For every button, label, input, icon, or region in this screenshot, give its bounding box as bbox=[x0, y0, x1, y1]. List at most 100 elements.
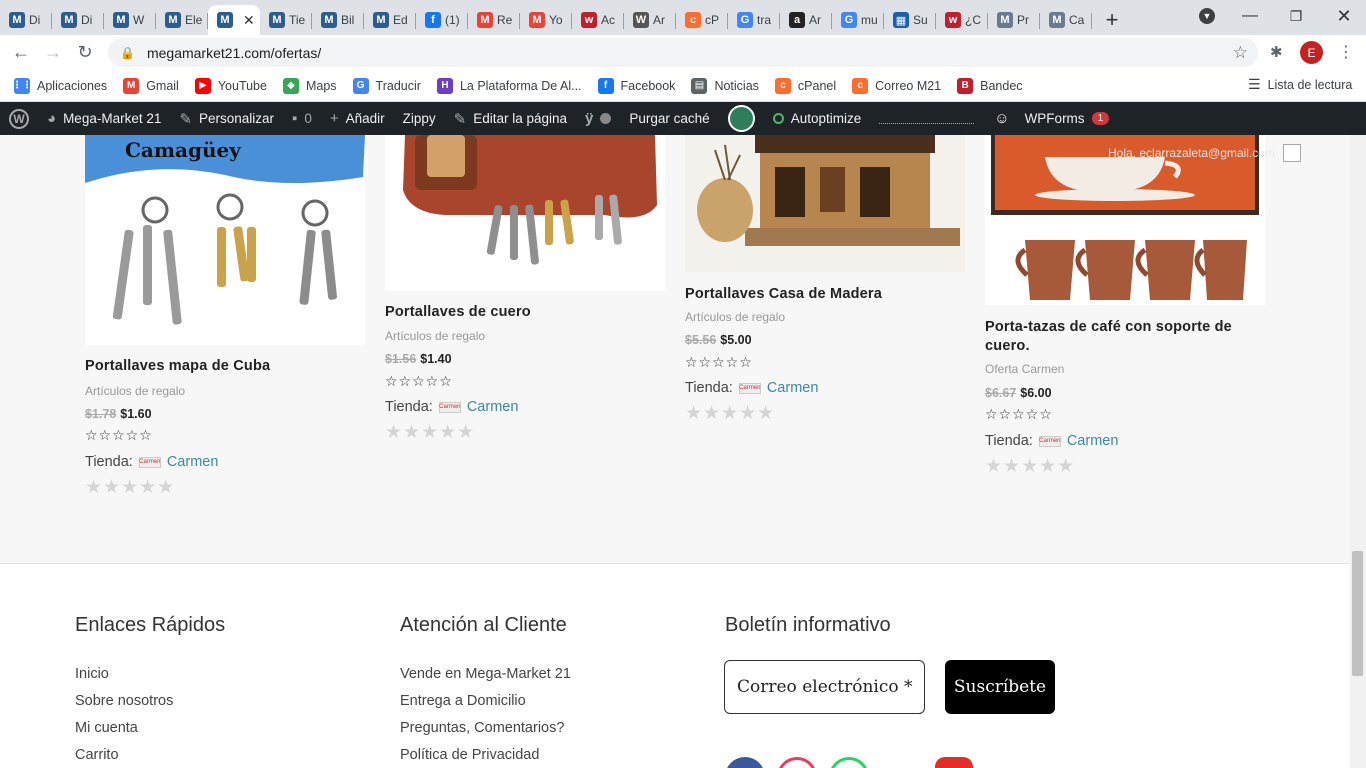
bookmark-item[interactable]: ⋮⋮ Aplicaciones bbox=[0, 77, 115, 94]
wp-logo-button[interactable]: W bbox=[0, 102, 38, 135]
bookmark-item[interactable]: H La Plataforma De Al... bbox=[429, 77, 590, 94]
product-title[interactable]: Portallaves mapa de Cuba bbox=[85, 357, 365, 376]
browser-tab[interactable]: c cP bbox=[676, 5, 728, 35]
product-image-keychain-cuba[interactable]: Camagüey bbox=[85, 135, 365, 345]
product-title[interactable]: Porta-tazas de café con soporte de cuero… bbox=[985, 318, 1255, 356]
tab-favicon-icon: w bbox=[581, 12, 597, 28]
browser-tab[interactable]: a Ar bbox=[780, 5, 832, 35]
yoast-menu[interactable]: ÿ bbox=[576, 102, 620, 135]
minimize-button[interactable]: — bbox=[1230, 0, 1270, 32]
product-category[interactable]: Oferta Carmen bbox=[985, 362, 1064, 376]
zippy-menu[interactable]: Zippy bbox=[394, 102, 445, 135]
close-tab-icon[interactable]: ✕ bbox=[243, 12, 255, 29]
product-image-leather-keyholder[interactable] bbox=[385, 135, 665, 291]
bookmark-label: cPanel bbox=[797, 78, 837, 93]
browser-tab[interactable]: Gtra bbox=[728, 5, 780, 35]
footer-link-faq[interactable]: Preguntas, Comentarios? bbox=[400, 720, 564, 736]
browser-tab[interactable]: W Ar bbox=[624, 5, 676, 35]
tab-favicon-icon: M bbox=[113, 12, 129, 28]
footer-link-account[interactable]: Mi cuenta bbox=[75, 720, 138, 736]
product-title[interactable]: Portallaves Casa de Madera bbox=[685, 285, 965, 304]
address-bar[interactable]: 🔒 megamarket21.com/ofertas/ ☆ bbox=[108, 38, 1258, 67]
product-title[interactable]: Portallaves de cuero bbox=[385, 303, 665, 322]
product-category[interactable]: Artículos de regalo bbox=[385, 329, 485, 343]
bookmark-item[interactable]: c Correo M21 bbox=[844, 77, 949, 94]
forward-button[interactable]: → bbox=[37, 37, 69, 69]
footer-link-about[interactable]: Sobre nosotros bbox=[75, 693, 173, 709]
autoptimize-menu[interactable]: Autoptimize bbox=[764, 102, 871, 135]
footer-link-sell[interactable]: Vende en Mega-Market 21 bbox=[400, 666, 571, 682]
purge-cache-menu[interactable]: Purgar caché bbox=[620, 102, 718, 135]
tab-title: Ca bbox=[1069, 13, 1085, 27]
bookmark-item[interactable]: ▶ YouTube bbox=[187, 77, 275, 94]
instagram-social-icon[interactable] bbox=[777, 757, 817, 768]
bookmark-item[interactable]: G Traducir bbox=[345, 77, 429, 94]
browser-tab[interactable]: M Di bbox=[52, 5, 104, 35]
browser-tab[interactable]: M Ca bbox=[1040, 5, 1092, 35]
facebook-social-icon[interactable] bbox=[725, 757, 765, 768]
product-category[interactable]: Artículos de regalo bbox=[685, 310, 785, 324]
youtube-social-icon[interactable] bbox=[935, 757, 973, 768]
browser-tab[interactable]: w Ac bbox=[572, 5, 624, 35]
browser-tab[interactable]: M ✕ bbox=[208, 5, 260, 35]
newsletter-email-input[interactable]: Correo electrónico * bbox=[724, 660, 925, 714]
profile-avatar[interactable]: E bbox=[1300, 41, 1323, 64]
sale-price: $1.40 bbox=[420, 352, 452, 366]
tab-search-button[interactable]: ▼ bbox=[1192, 0, 1222, 32]
bookmark-item[interactable]: B Bandec bbox=[949, 77, 1030, 94]
menu-icon[interactable]: ⋮ bbox=[1338, 42, 1354, 62]
browser-tab[interactable]: ▦ Su bbox=[884, 5, 936, 35]
restore-button[interactable]: ❐ bbox=[1276, 0, 1316, 32]
edit-page-menu[interactable]: ✎ Editar la página bbox=[445, 102, 576, 135]
product-category[interactable]: Artículos de regalo bbox=[85, 384, 185, 398]
reload-button[interactable]: ↻ bbox=[69, 37, 101, 69]
browser-tab[interactable]: M Tie bbox=[260, 5, 312, 35]
subscribe-button[interactable]: Suscríbete bbox=[945, 660, 1055, 714]
store-link[interactable]: Carmen bbox=[1067, 433, 1119, 449]
twitter-social-icon[interactable] bbox=[884, 757, 918, 768]
new-tab-button[interactable]: + bbox=[1092, 5, 1132, 35]
store-label: Tienda: bbox=[685, 380, 733, 396]
footer-link-inicio[interactable]: Inicio bbox=[75, 666, 109, 682]
admin-greeting[interactable]: Hola, eclarrazaleta@gmail.com bbox=[1108, 144, 1301, 162]
browser-tab[interactable]: M Re bbox=[468, 5, 520, 35]
bookmark-item[interactable]: f Facebook bbox=[590, 77, 684, 94]
bookmark-item[interactable]: c cPanel bbox=[767, 77, 844, 94]
add-new-menu[interactable]: + Añadir bbox=[321, 102, 394, 135]
browser-tab[interactable]: Gmu bbox=[832, 5, 884, 35]
product-image-wooden-house[interactable] bbox=[685, 135, 965, 272]
bookmarks-bar: ⋮⋮ Aplicaciones M Gmail ▶ YouTube ◆ Maps G Traduc… bbox=[0, 70, 1366, 102]
browser-tab[interactable]: M Ele bbox=[156, 5, 208, 35]
footer-link-cart[interactable]: Carrito bbox=[75, 747, 119, 763]
plugin-badge[interactable] bbox=[719, 102, 764, 135]
whatsapp-social-icon[interactable] bbox=[829, 757, 869, 768]
reading-list[interactable]: ☰ Lista de lectura bbox=[1248, 76, 1352, 93]
browser-tab[interactable]: MW bbox=[104, 5, 156, 35]
bookmark-item[interactable]: M Gmail bbox=[115, 77, 187, 94]
store-link[interactable]: Carmen bbox=[167, 454, 219, 470]
footer-link-delivery[interactable]: Entrega a Domicilio bbox=[400, 693, 526, 709]
browser-tab[interactable]: M Pr bbox=[988, 5, 1040, 35]
sale-price: $1.60 bbox=[120, 407, 152, 421]
browser-tab[interactable]: M Di bbox=[0, 5, 52, 35]
bookmark-star-icon[interactable]: ☆ bbox=[1233, 43, 1248, 63]
close-window-button[interactable]: ✕ bbox=[1322, 0, 1366, 32]
comments-menu[interactable]: ▪ 0 bbox=[283, 102, 321, 135]
wpforms-menu[interactable]: ☺ WPForms 1 bbox=[985, 102, 1118, 135]
site-name-menu[interactable]: ◕ Mega-Market 21 bbox=[38, 102, 170, 135]
browser-tab[interactable]: f (1) bbox=[416, 5, 468, 35]
back-button[interactable]: ← bbox=[5, 37, 37, 69]
bookmark-item[interactable]: ◆ Maps bbox=[275, 77, 345, 94]
browser-tab[interactable]: w ¿C bbox=[936, 5, 988, 35]
browser-tab[interactable]: M Bil bbox=[312, 5, 364, 35]
footer-link-privacy[interactable]: Política de Privacidad bbox=[400, 747, 539, 763]
store-link[interactable]: Carmen bbox=[467, 399, 519, 415]
browser-tab[interactable]: M Yo bbox=[520, 5, 572, 35]
store-info: Tienda: Carmen Carmen bbox=[985, 433, 1118, 449]
scrollbar-thumb[interactable] bbox=[1352, 551, 1363, 676]
store-link[interactable]: Carmen bbox=[767, 380, 819, 396]
browser-tab[interactable]: M Ed bbox=[364, 5, 416, 35]
bookmark-item[interactable]: ▤ Noticias bbox=[683, 77, 766, 94]
customize-menu[interactable]: ✎ Personalizar bbox=[170, 102, 283, 135]
extensions-icon[interactable]: ✱ bbox=[1270, 43, 1283, 61]
